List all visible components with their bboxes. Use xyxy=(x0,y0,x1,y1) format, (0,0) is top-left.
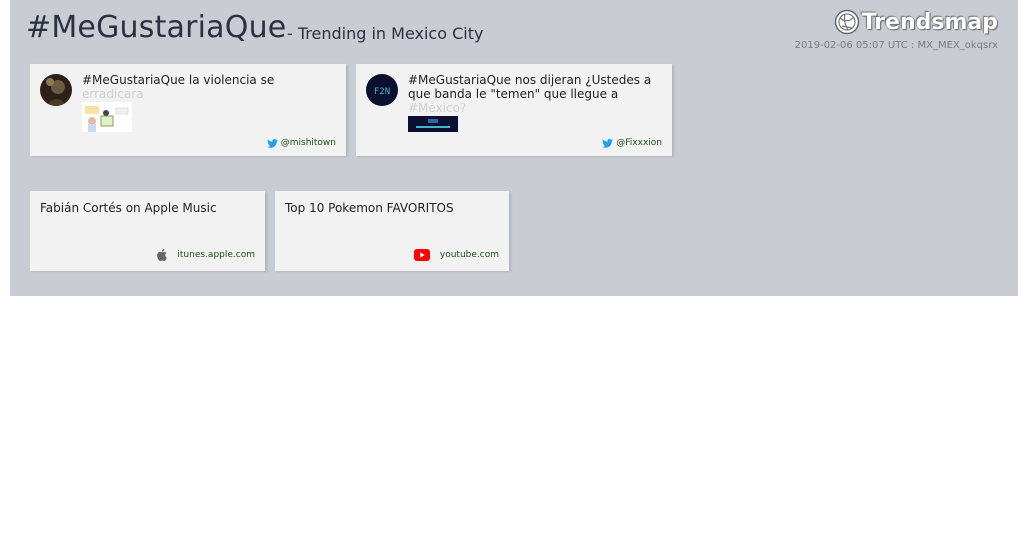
trendsmap-globe-icon xyxy=(834,9,859,35)
link-title[interactable]: Fabián Cortés on Apple Music xyxy=(40,201,217,215)
apple-icon xyxy=(157,249,168,261)
tweet-text: #MeGustariaQue nos dijeran ¿Ustedes a qu… xyxy=(408,73,652,115)
trend-panel: #MeGustariaQue - Trending in Mexico City… xyxy=(10,0,1018,296)
tweet-card[interactable]: #MeGustariaQue la violencia se erradicar… xyxy=(30,64,346,156)
link-card[interactable]: Fabián Cortés on Apple Music itunes.appl… xyxy=(30,191,265,271)
trend-location-subtitle: - Trending in Mexico City xyxy=(287,24,484,43)
trendsmap-logo[interactable]: Trendsmap xyxy=(834,6,998,38)
tweet-card[interactable]: F2N #MeGustariaQue nos dijeran ¿Ustedes … xyxy=(356,64,672,156)
link-source[interactable]: youtube.com xyxy=(413,249,499,261)
avatar[interactable] xyxy=(40,74,72,106)
trend-hashtag[interactable]: #MeGustariaQue xyxy=(26,10,286,45)
tweet-image-thumbnail[interactable] xyxy=(82,102,132,132)
avatar[interactable]: F2N xyxy=(366,74,398,106)
trendsmap-logo-text: Trendsmap xyxy=(861,9,998,35)
twitter-bird-icon xyxy=(602,138,614,148)
link-card[interactable]: Top 10 Pokemon FAVORITOS youtube.com xyxy=(275,191,509,271)
youtube-icon xyxy=(413,249,430,261)
svg-text:F2N: F2N xyxy=(374,87,390,97)
timestamp-location-code: 2019-02-06 05:07 UTC : MX_MEX_okqsrx xyxy=(794,40,998,51)
tweet-author-handle[interactable]: @mishitown xyxy=(266,138,336,148)
link-source[interactable]: itunes.apple.com xyxy=(157,249,255,261)
tweet-image-thumbnail[interactable] xyxy=(408,116,458,132)
twitter-bird-icon xyxy=(266,138,278,148)
tweet-author-handle[interactable]: @Fixxxion xyxy=(602,138,662,148)
link-title[interactable]: Top 10 Pokemon FAVORITOS xyxy=(285,201,454,215)
tweet-text: #MeGustariaQue la violencia se erradicar… xyxy=(82,73,275,101)
